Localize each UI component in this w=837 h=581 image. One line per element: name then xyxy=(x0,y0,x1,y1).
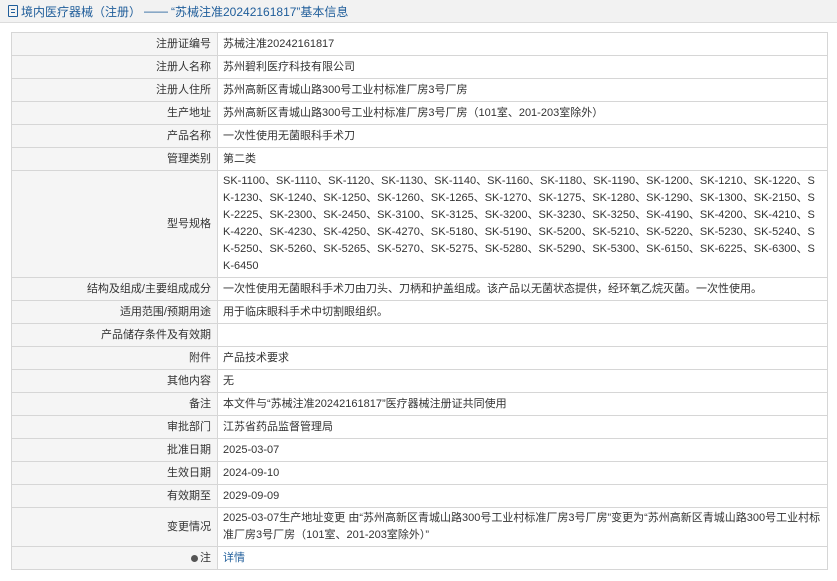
info-table: 注册证编号 苏械注准20242161817 注册人名称 苏州碧利医疗科技有限公司… xyxy=(11,32,828,570)
table-row: 注 详情 xyxy=(11,546,828,570)
table-row: 结构及组成/主要组成成分 一次性使用无菌眼科手术刀由刀头、刀柄和护盖组成。该产品… xyxy=(11,277,828,301)
row-value-production-address: 苏州高新区青城山路300号工业村标准厂房3号厂房（101室、201-203室除外… xyxy=(217,101,828,125)
row-value-effective-date: 2024-09-10 xyxy=(217,461,828,485)
row-label-registrant-address: 注册人住所 xyxy=(11,78,218,102)
row-label-attachment: 附件 xyxy=(11,346,218,370)
row-label-management-category: 管理类别 xyxy=(11,147,218,171)
model-spec-text: SK-1100、SK-1110、SK-1120、SK-1130、SK-1140、… xyxy=(223,175,815,272)
note-icon xyxy=(191,554,198,562)
table-row: 生产地址 苏州高新区青城山路300号工业村标准厂房3号厂房（101室、201-2… xyxy=(11,101,828,125)
change-history-text: 2025-03-07生产地址变更 由“苏州高新区青城山路300号工业村标准厂房3… xyxy=(223,512,821,541)
row-value-structure: 一次性使用无菌眼科手术刀由刀头、刀柄和护盖组成。该产品以无菌状态提供，经环氧乙烷… xyxy=(217,277,828,301)
row-label-storage: 产品储存条件及有效期 xyxy=(11,323,218,347)
table-row: 附件 产品技术要求 xyxy=(11,346,828,370)
header-separator: —— xyxy=(144,4,169,18)
row-value-management-category: 第二类 xyxy=(217,147,828,171)
row-value-attachment: 产品技术要求 xyxy=(217,346,828,370)
row-value-remarks: 本文件与“苏械注准20242161817”医疗器械注册证共同使用 xyxy=(217,392,828,416)
table-row: 适用范围/预期用途 用于临床眼科手术中切割眼组织。 xyxy=(11,300,828,324)
table-row: 管理类别 第二类 xyxy=(11,147,828,171)
table-row: 型号规格 SK-1100、SK-1110、SK-1120、SK-1130、SK-… xyxy=(11,170,828,278)
row-value-approval-dept: 江苏省药品监督管理局 xyxy=(217,415,828,439)
row-value-note: 详情 xyxy=(217,546,828,570)
table-row: 注册证编号 苏械注准20242161817 xyxy=(11,32,828,56)
row-value-registrant-address: 苏州高新区青城山路300号工业村标准厂房3号厂房 xyxy=(217,78,828,102)
table-row: 有效期至 2029-09-09 xyxy=(11,484,828,508)
table-row: 变更情况 2025-03-07生产地址变更 由“苏州高新区青城山路300号工业村… xyxy=(11,507,828,547)
row-label-intended-use: 适用范围/预期用途 xyxy=(11,300,218,324)
note-label: 注 xyxy=(200,552,211,564)
row-label-registration-number: 注册证编号 xyxy=(11,32,218,56)
row-value-change-history: 2025-03-07生产地址变更 由“苏州高新区青城山路300号工业村标准厂房3… xyxy=(217,507,828,547)
row-label-effective-date: 生效日期 xyxy=(11,461,218,485)
header-prefix: 境内医疗器械（注册） xyxy=(21,4,142,19)
table-row: 其他内容 无 xyxy=(11,369,828,393)
row-value-intended-use: 用于临床眼科手术中切割眼组织。 xyxy=(217,300,828,324)
row-value-other: 无 xyxy=(217,369,828,393)
row-label-expiry-date: 有效期至 xyxy=(11,484,218,508)
row-label-note: 注 xyxy=(11,546,218,570)
row-label-change-history: 变更情况 xyxy=(11,507,218,547)
table-row: 备注 本文件与“苏械注准20242161817”医疗器械注册证共同使用 xyxy=(11,392,828,416)
info-table-container: 注册证编号 苏械注准20242161817 注册人名称 苏州碧利医疗科技有限公司… xyxy=(11,32,828,570)
table-row: 产品储存条件及有效期 xyxy=(11,323,828,347)
row-value-product-name: 一次性使用无菌眼科手术刀 xyxy=(217,124,828,148)
table-row: 注册人名称 苏州碧利医疗科技有限公司 xyxy=(11,55,828,79)
row-label-other: 其他内容 xyxy=(11,369,218,393)
details-link[interactable]: 详情 xyxy=(223,552,245,564)
table-row: 注册人住所 苏州高新区青城山路300号工业村标准厂房3号厂房 xyxy=(11,78,828,102)
row-value-expiry-date: 2029-09-09 xyxy=(217,484,828,508)
row-label-structure: 结构及组成/主要组成成分 xyxy=(11,277,218,301)
row-value-registration-number: 苏械注准20242161817 xyxy=(217,32,828,56)
row-value-registrant-name: 苏州碧利医疗科技有限公司 xyxy=(217,55,828,79)
row-value-model-spec: SK-1100、SK-1110、SK-1120、SK-1130、SK-1140、… xyxy=(217,170,828,278)
row-label-product-name: 产品名称 xyxy=(11,124,218,148)
row-label-production-address: 生产地址 xyxy=(11,101,218,125)
row-label-remarks: 备注 xyxy=(11,392,218,416)
header-title: “苏械注准20242161817”基本信息 xyxy=(171,4,349,19)
row-label-registrant-name: 注册人名称 xyxy=(11,55,218,79)
row-label-approval-dept: 审批部门 xyxy=(11,415,218,439)
table-row: 批准日期 2025-03-07 xyxy=(11,438,828,462)
document-icon xyxy=(8,5,18,17)
row-label-model-spec: 型号规格 xyxy=(11,170,218,278)
row-label-approval-date: 批准日期 xyxy=(11,438,218,462)
row-value-approval-date: 2025-03-07 xyxy=(217,438,828,462)
table-row: 生效日期 2024-09-10 xyxy=(11,461,828,485)
table-row: 产品名称 一次性使用无菌眼科手术刀 xyxy=(11,124,828,148)
page-header: 境内医疗器械（注册） —— “苏械注准20242161817”基本信息 xyxy=(0,0,837,23)
row-value-storage xyxy=(217,323,828,347)
table-row: 审批部门 江苏省药品监督管理局 xyxy=(11,415,828,439)
